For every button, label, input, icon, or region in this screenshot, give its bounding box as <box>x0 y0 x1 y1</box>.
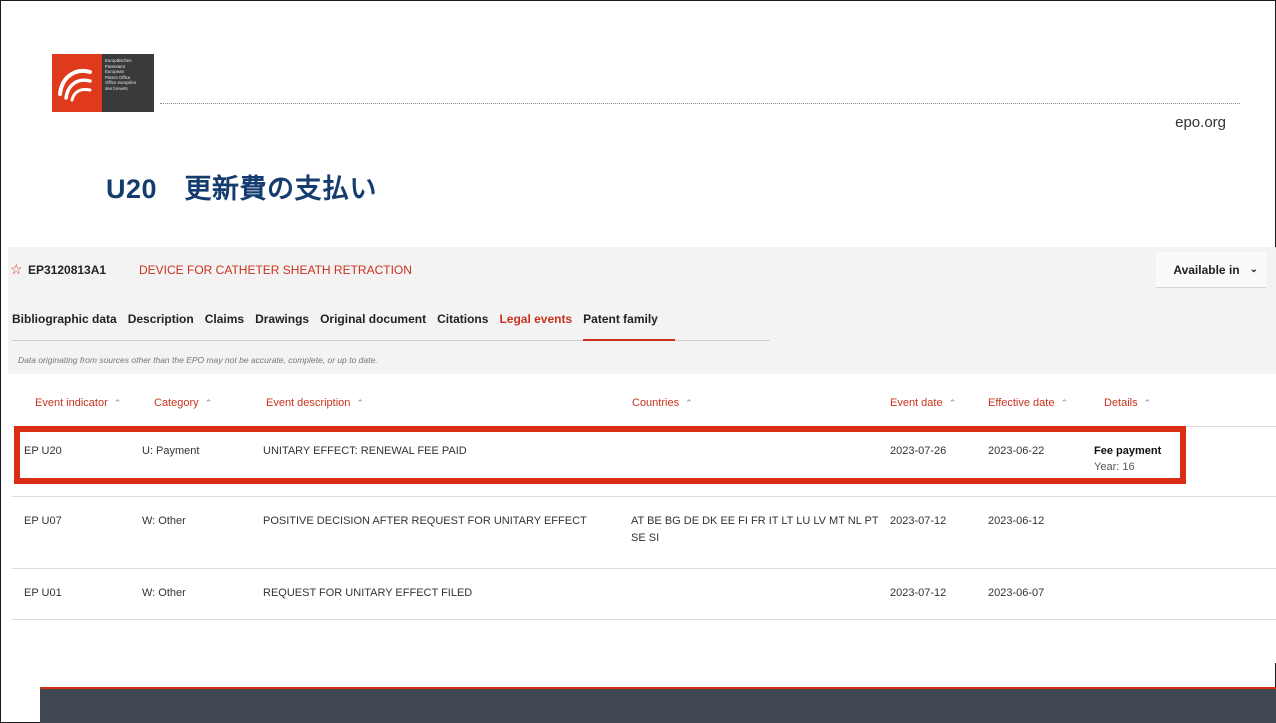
column-header-countries[interactable]: Countries ⌃ <box>632 397 693 409</box>
event-date: 2023-07-12 <box>890 587 947 599</box>
column-header-details[interactable]: Details ⌃ <box>1104 397 1151 409</box>
event-description: REQUEST FOR UNITARY EFFECT FILED <box>263 587 473 599</box>
sort-icon: ⌃ <box>948 398 957 408</box>
panel-header: ☆ EP3120813A1 DEVICE FOR CATHETER SHEATH… <box>8 247 1276 374</box>
epo-logo: Europäisches Patentamt European Patent O… <box>52 54 154 112</box>
active-tab-indicator <box>583 339 675 341</box>
slide-title: U20 更新費の支払い <box>106 174 378 204</box>
tab-bibliographic-data[interactable]: Bibliographic data <box>12 312 117 332</box>
publication-title[interactable]: DEVICE FOR CATHETER SHEATH RETRACTION <box>139 263 412 277</box>
footer-bar <box>40 689 1276 723</box>
tab-drawings[interactable]: Drawings <box>255 312 309 332</box>
column-header-category[interactable]: Category ⌃ <box>154 397 212 409</box>
sort-icon: ⌃ <box>685 398 693 408</box>
sort-icon: ⌃ <box>1060 398 1068 408</box>
table-row: EP U01 W: Other REQUEST FOR UNITARY EFFE… <box>12 568 1276 620</box>
sort-icon: ⌃ <box>1143 398 1152 408</box>
chevron-down-icon: ⌄ <box>1249 264 1258 275</box>
table-row: EP U07 W: Other POSITIVE DECISION AFTER … <box>12 496 1276 569</box>
highlight-box <box>14 426 1186 484</box>
header-divider <box>160 103 1240 104</box>
sort-icon: ⌃ <box>204 398 213 408</box>
tab-bar: Bibliographic data Description Claims Dr… <box>12 312 669 332</box>
publication-number: EP3120813A1 <box>28 263 107 277</box>
tab-patent-family[interactable]: Patent family <box>583 312 658 332</box>
epo-logo-text: Europäisches Patentamt European Patent O… <box>102 54 154 112</box>
available-in-label: Available in <box>1173 262 1240 277</box>
column-header-event-date[interactable]: Event date ⌃ <box>890 397 956 409</box>
epo-logo-mark-icon <box>52 54 102 112</box>
column-header-event-description[interactable]: Event description ⌃ <box>266 397 364 409</box>
tab-description[interactable]: Description <box>128 312 194 332</box>
available-in-dropdown[interactable]: Available in ⌄ <box>1156 252 1266 288</box>
tab-legal-events[interactable]: Legal events <box>499 312 572 332</box>
tab-citations[interactable]: Citations <box>437 312 488 332</box>
event-indicator: EP U01 <box>24 587 62 599</box>
effective-date: 2023-06-12 <box>988 515 1045 527</box>
event-description: POSITIVE DECISION AFTER REQUEST FOR UNIT… <box>263 515 587 527</box>
event-countries: AT BE BG DE DK EE FI FR IT LT LU LV MT N… <box>631 515 879 544</box>
event-category: W: Other <box>142 515 186 527</box>
event-category: W: Other <box>142 587 186 599</box>
epo-org-link[interactable]: epo.org <box>1175 114 1226 131</box>
data-disclaimer: Data originating from sources other than… <box>18 355 378 365</box>
tab-original-document[interactable]: Original document <box>320 312 426 332</box>
sort-icon: ⌃ <box>356 398 364 408</box>
effective-date: 2023-06-07 <box>988 587 1045 599</box>
event-date: 2023-07-12 <box>890 515 947 527</box>
star-icon[interactable]: ☆ <box>10 261 23 278</box>
column-header-event-indicator[interactable]: Event indicator ⌃ <box>35 397 121 409</box>
sort-icon: ⌃ <box>113 398 122 408</box>
tab-claims[interactable]: Claims <box>205 312 244 332</box>
column-header-effective-date[interactable]: Effective date ⌃ <box>988 397 1068 409</box>
event-indicator: EP U07 <box>24 515 62 527</box>
